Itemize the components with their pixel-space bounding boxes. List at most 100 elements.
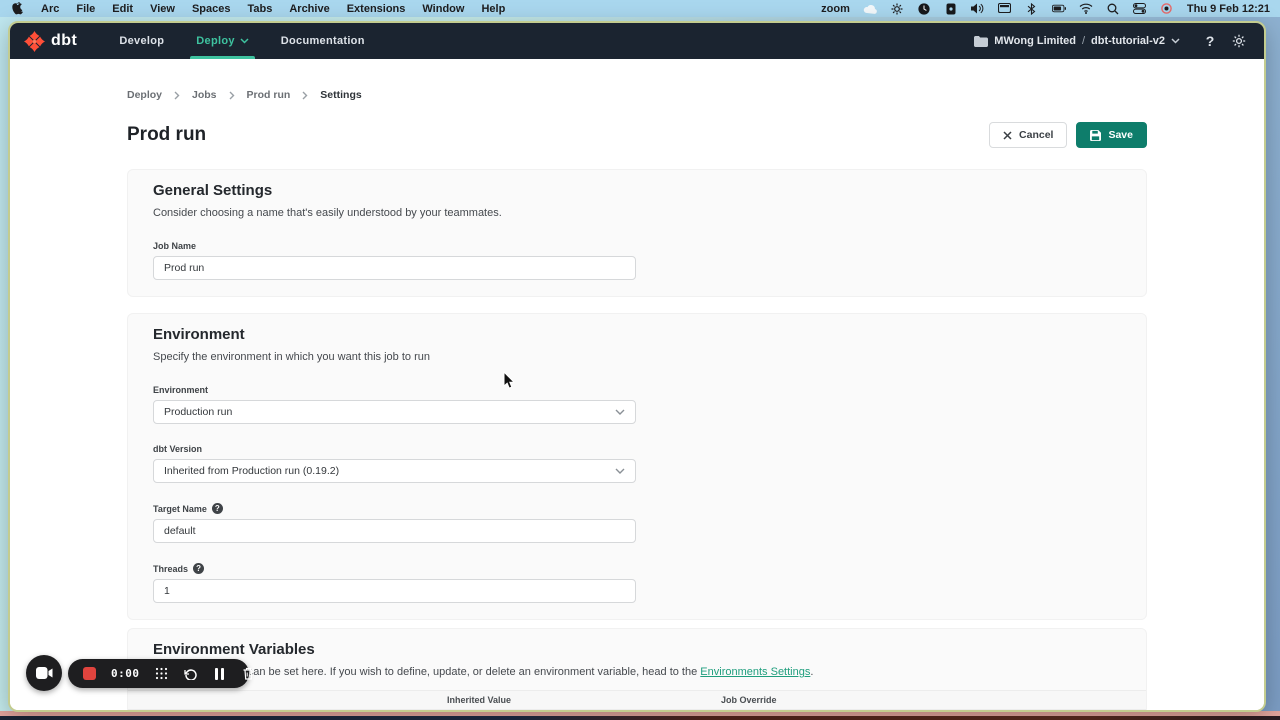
zoom-menu-item[interactable]: zoom	[821, 3, 850, 15]
threads-input[interactable]	[153, 579, 636, 603]
account-switcher[interactable]: MWong Limited / dbt-tutorial-v2	[974, 35, 1180, 47]
env-vars-desc-suffix: .	[810, 666, 813, 678]
tools-grid-button[interactable]	[155, 667, 169, 681]
page-title: Prod run	[127, 124, 206, 146]
volume-icon[interactable]	[971, 2, 985, 16]
breadcrumb-prod-run[interactable]: Prod run	[247, 89, 291, 101]
environment-select-value: Production run	[164, 406, 232, 418]
pause-recording-button[interactable]	[213, 667, 227, 681]
clock-icon[interactable]	[917, 2, 931, 16]
chevron-right-icon	[229, 91, 235, 100]
chevron-down-icon	[615, 409, 625, 415]
menubar-item-file[interactable]: File	[76, 3, 95, 15]
environment-variables-card: Environment Variables Job level override…	[127, 628, 1147, 710]
environment-select[interactable]: Production run	[153, 400, 636, 424]
target-name-label: Target Name	[153, 504, 207, 514]
save-icon	[1090, 130, 1101, 141]
environment-variables-table: Inherited Value Job Override	[128, 690, 1146, 710]
breadcrumb: Deploy Jobs Prod run Settings	[127, 89, 1147, 101]
menubar-item-extensions[interactable]: Extensions	[347, 3, 406, 15]
environment-variables-title: Environment Variables	[153, 641, 1121, 659]
breadcrumb-deploy[interactable]: Deploy	[127, 89, 162, 101]
desktop: Arc File Edit View Spaces Tabs Archive E…	[0, 0, 1280, 720]
account-name: MWong Limited	[994, 35, 1076, 47]
menubar-item-archive[interactable]: Archive	[289, 3, 329, 15]
menubar-item-view[interactable]: View	[150, 3, 175, 15]
bluetooth-icon[interactable]	[1025, 2, 1039, 16]
menubar-item-window[interactable]: Window	[422, 3, 464, 15]
target-name-input[interactable]	[153, 519, 636, 543]
search-icon[interactable]	[1106, 2, 1120, 16]
menubar-clock[interactable]: Thu 9 Feb 12:21	[1187, 3, 1270, 15]
recording-indicator-icon[interactable]	[1160, 2, 1174, 16]
chevron-down-icon	[615, 468, 625, 474]
project-name: dbt-tutorial-v2	[1091, 35, 1165, 47]
gear-icon	[1232, 34, 1246, 48]
job-name-label: Job Name	[153, 241, 1121, 251]
apple-icon[interactable]	[10, 2, 24, 16]
nav-develop[interactable]: Develop	[103, 23, 180, 59]
battery-icon[interactable]	[1052, 2, 1066, 16]
chevron-down-icon	[1171, 38, 1180, 44]
password-manager-icon[interactable]	[944, 2, 958, 16]
delete-recording-button[interactable]	[242, 667, 256, 681]
camera-toggle-button[interactable]	[26, 655, 62, 691]
threads-field-group: Threads ?	[153, 563, 1121, 603]
save-button-label: Save	[1108, 129, 1133, 141]
table-header-row: Inherited Value Job Override	[128, 690, 1146, 710]
menubar-item-tabs[interactable]: Tabs	[247, 3, 272, 15]
chevron-down-icon	[240, 38, 249, 44]
wifi-icon[interactable]	[1079, 2, 1093, 16]
restart-recording-button[interactable]	[184, 667, 198, 681]
cancel-button[interactable]: Cancel	[989, 122, 1067, 148]
target-name-field-group: Target Name ?	[153, 503, 1121, 543]
environment-field-group: Environment Production run	[153, 385, 1121, 424]
environment-variables-description: Job level overrides can be set here. If …	[153, 665, 1121, 680]
wallpaper-strip	[0, 716, 1280, 720]
dbt-version-field-group: dbt Version Inherited from Production ru…	[153, 444, 1121, 483]
chevron-right-icon	[302, 91, 308, 100]
threads-help-icon[interactable]: ?	[193, 563, 204, 574]
macos-menubar: Arc File Edit View Spaces Tabs Archive E…	[0, 0, 1280, 17]
display-icon[interactable]	[998, 2, 1012, 16]
dbt-version-select[interactable]: Inherited from Production run (0.19.2)	[153, 459, 636, 483]
nav-documentation-label: Documentation	[281, 35, 365, 47]
column-job-override: Job Override	[721, 695, 1121, 705]
target-name-help-icon[interactable]: ?	[212, 503, 223, 514]
environment-title: Environment	[153, 326, 1121, 344]
job-name-field-group: Job Name	[153, 241, 1121, 280]
environment-description: Specify the environment in which you wan…	[153, 350, 1121, 365]
nav-documentation[interactable]: Documentation	[265, 23, 381, 59]
menubar-item-help[interactable]: Help	[481, 3, 505, 15]
folder-icon	[974, 36, 988, 47]
stop-recording-button[interactable]	[83, 667, 96, 680]
recording-timer: 0:00	[111, 667, 140, 680]
gear-menu-icon[interactable]	[890, 2, 904, 16]
menubar-item-spaces[interactable]: Spaces	[192, 3, 231, 15]
environments-settings-link[interactable]: Environments Settings	[700, 666, 810, 678]
recording-toolbar: 0:00	[68, 659, 249, 688]
job-name-input[interactable]	[153, 256, 636, 280]
settings-gear-button[interactable]	[1228, 30, 1250, 52]
menubar-item-edit[interactable]: Edit	[112, 3, 133, 15]
environment-label: Environment	[153, 385, 1121, 395]
close-icon	[1003, 131, 1012, 140]
dbt-logo-text: dbt	[51, 32, 77, 50]
page-content: Deploy Jobs Prod run Settings Prod run C…	[10, 59, 1264, 710]
dbt-logo[interactable]: dbt	[24, 31, 77, 52]
breadcrumb-jobs[interactable]: Jobs	[192, 89, 217, 101]
cloud-icon[interactable]	[863, 2, 877, 16]
save-button[interactable]: Save	[1076, 122, 1147, 148]
control-center-icon[interactable]	[1133, 2, 1147, 16]
title-row: Prod run Cancel Save	[127, 121, 1147, 149]
menubar-item-arc[interactable]: Arc	[41, 3, 59, 15]
general-settings-description: Consider choosing a name that's easily u…	[153, 206, 1121, 221]
dbt-app-header: dbt Develop Deploy Documentation MWong L…	[10, 23, 1264, 59]
general-settings-title: General Settings	[153, 182, 1121, 200]
breadcrumb-settings[interactable]: Settings	[320, 89, 361, 101]
column-inherited-value: Inherited Value	[447, 695, 721, 705]
dbt-version-label: dbt Version	[153, 444, 1121, 454]
help-button[interactable]: ?	[1199, 30, 1221, 52]
dbt-logo-icon	[24, 31, 45, 52]
nav-deploy[interactable]: Deploy	[180, 23, 264, 59]
